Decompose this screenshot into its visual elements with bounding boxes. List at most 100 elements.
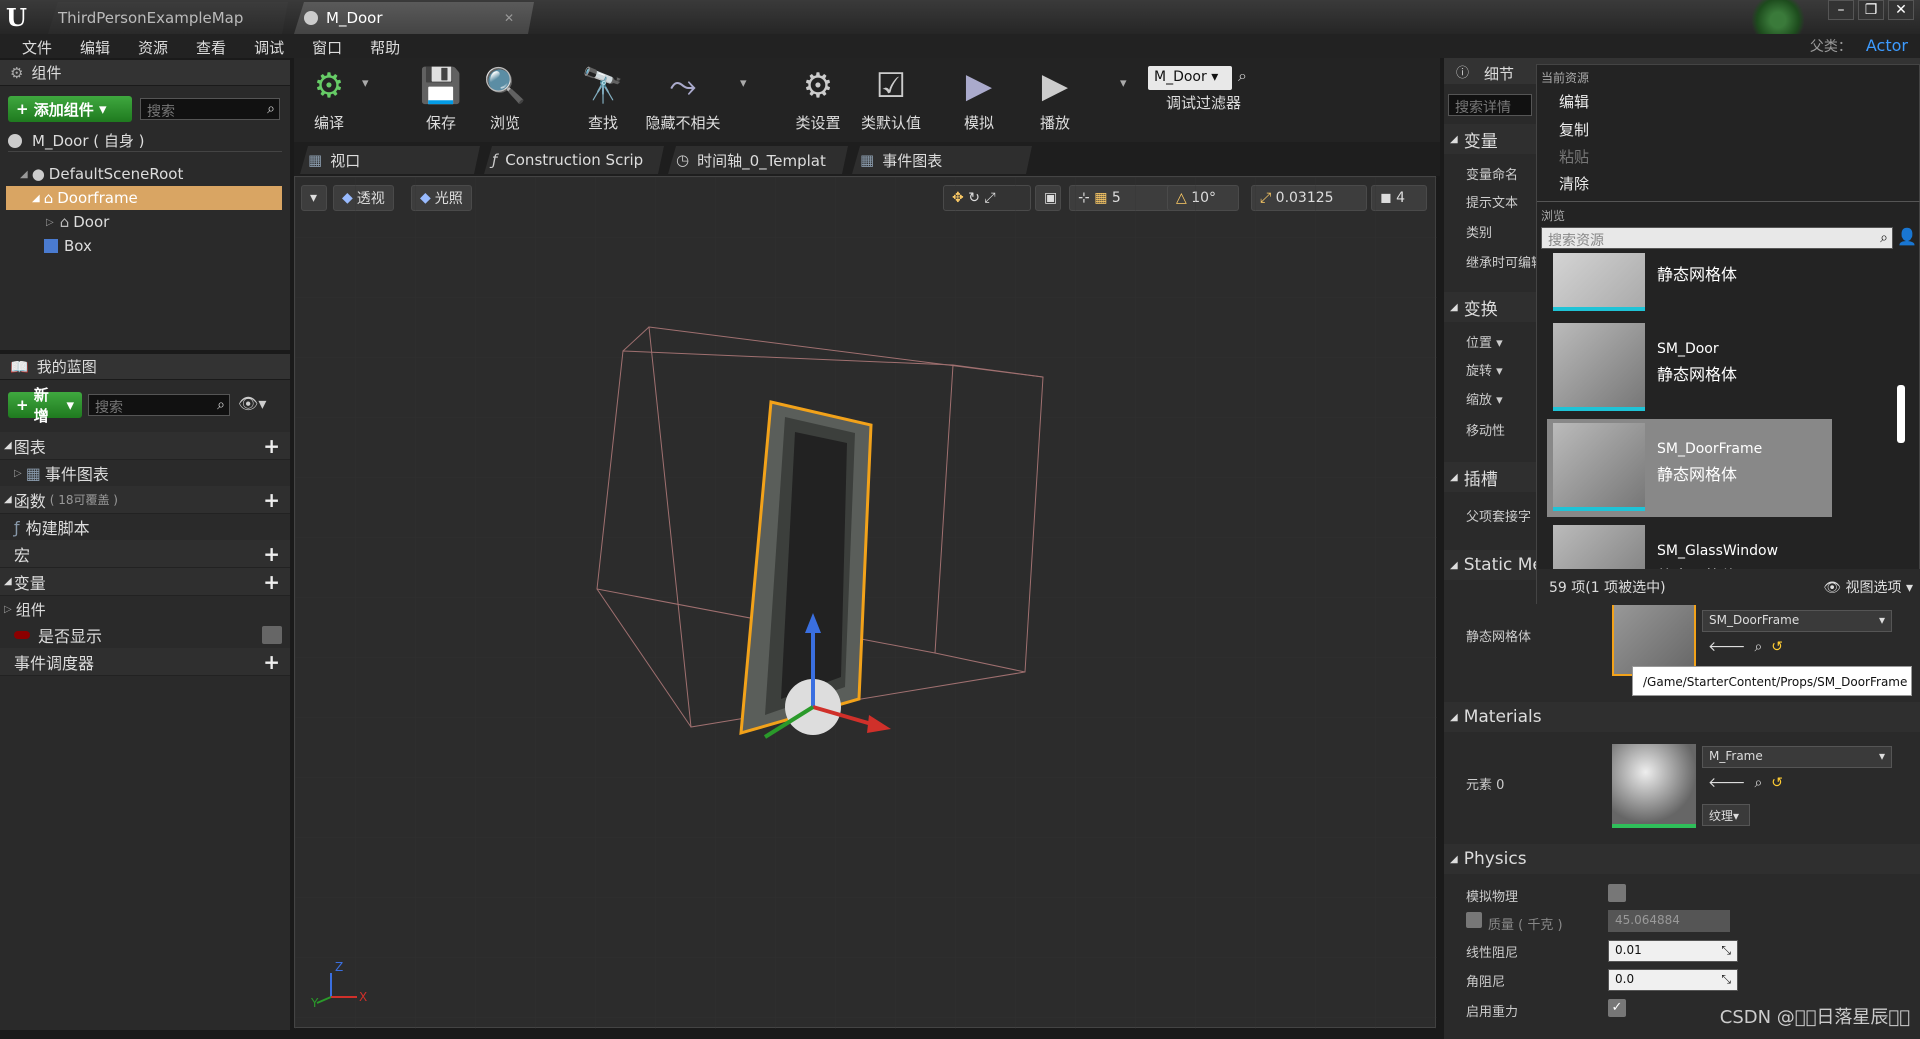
new-button[interactable]: + 新增 ▾ (8, 386, 82, 425)
details-search-input[interactable]: 搜索详情 (1448, 94, 1532, 116)
tab-m-door[interactable]: M_Door ✕ (294, 2, 534, 34)
view-options-button[interactable]: 👁 视图选项 ▾ (1823, 577, 1913, 597)
debug-search-icon[interactable]: ⌕ (1238, 66, 1247, 86)
my-blueprint-title: 📖 我的蓝图 (0, 354, 290, 380)
mesh-thumbnail[interactable] (1612, 600, 1696, 676)
menu-view[interactable]: 查看 (182, 37, 240, 58)
use-selected-icon[interactable]: 🡐 (1708, 639, 1746, 655)
play-button[interactable]: ▶ 播放 (1030, 62, 1080, 133)
clear-menu-item[interactable]: 清除 (1559, 173, 1589, 194)
tab-event-graph[interactable]: ▦ 事件图表 (852, 146, 1032, 174)
menu-asset[interactable]: 资源 (124, 37, 182, 58)
section-macros[interactable]: 宏 + (0, 540, 290, 568)
add-graph-icon[interactable]: + (263, 434, 280, 458)
material-select[interactable]: M_Frame ▾ (1702, 746, 1892, 768)
blueprint-search-input[interactable]: 搜索 ⌕ (88, 394, 230, 416)
compile-button[interactable]: ⚙ 编译 (304, 62, 354, 133)
material-thumbnail[interactable] (1612, 744, 1696, 828)
add-dispatcher-icon[interactable]: + (263, 650, 280, 674)
play-dropdown-icon[interactable]: ▾ (1120, 76, 1127, 91)
class-defaults-button[interactable]: ☑ 类默认值 (856, 62, 926, 133)
asset-search-input[interactable]: 搜索资源 ⌕ (1541, 227, 1893, 249)
item-construction-script[interactable]: ƒ 构建脚本 (0, 514, 290, 540)
menu-help[interactable]: 帮助 (356, 37, 414, 58)
viewport[interactable]: ▾ ◆透视 ◆光照 ✥ ↻ ⤢ ▣ ⊹ ▦ 5 △ 10° ⤢ 0.03125 … (294, 176, 1437, 1029)
user-icon[interactable]: 👤 (1897, 227, 1917, 246)
label-text: 旋转 (1466, 364, 1493, 379)
linear-damping-input[interactable]: 0.01 ⤡ (1608, 940, 1738, 962)
angular-damping-input[interactable]: 0.0 ⤡ (1608, 969, 1738, 991)
browse-icon[interactable]: ⌕ (1754, 775, 1762, 791)
tab-timeline[interactable]: ◷ 时间轴_0_Templat (668, 146, 848, 174)
tab-viewport[interactable]: ▦ 视口 (300, 146, 480, 174)
use-selected-icon[interactable]: 🡐 (1708, 775, 1746, 791)
reset-icon[interactable]: ↺ (1771, 775, 1783, 791)
compile-dropdown-icon[interactable]: ▾ (362, 76, 369, 91)
browse-button[interactable]: 🔍 浏览 (480, 62, 530, 133)
components-search-input[interactable]: 搜索 ⌕ (140, 98, 280, 120)
section-functions[interactable]: ◢ 函数( 18可覆盖 ) + (0, 486, 290, 514)
tree-item-default-scene-root[interactable]: ◢ ● DefaultSceneRoot (6, 162, 282, 186)
simulate-button[interactable]: ▶ 模拟 (954, 62, 1004, 133)
components-title: ⚙ 组件 (0, 60, 290, 86)
add-function-icon[interactable]: + (263, 488, 280, 512)
mass-override-checkbox[interactable] (1466, 912, 1482, 928)
scrollbar-thumb[interactable] (1897, 385, 1905, 443)
asset-thumbnail (1553, 423, 1645, 511)
simulate-physics-checkbox[interactable] (1608, 884, 1626, 902)
menu-window[interactable]: 窗口 (298, 37, 356, 58)
tree-item-doorframe[interactable]: ◢ ⌂ Doorframe (6, 186, 282, 210)
item-is-visible[interactable]: 是否显示 (0, 622, 290, 648)
class-settings-button[interactable]: ⚙ 类设置 (790, 62, 846, 133)
add-variable-icon[interactable]: + (263, 570, 280, 594)
parent-class-link[interactable]: Actor (1866, 36, 1908, 55)
label-rotation[interactable]: 旋转 ▾ (1466, 360, 1503, 379)
asset-thumbnail (1553, 525, 1645, 569)
section-physics[interactable]: ◢ Physics (1444, 844, 1920, 874)
edit-menu-item[interactable]: 编辑 (1559, 91, 1589, 112)
section-graphs[interactable]: ◢ 图表 + (0, 432, 290, 460)
section-dispatchers[interactable]: 事件调度器 + (0, 648, 290, 676)
add-component-button[interactable]: + 添加组件 ▾ (8, 96, 132, 122)
section-materials[interactable]: ◢ Materials (1444, 702, 1920, 732)
close-button[interactable]: ✕ (1888, 0, 1914, 20)
copy-menu-item[interactable]: 复制 (1559, 119, 1589, 140)
reset-icon[interactable]: ↺ (1771, 639, 1783, 655)
asset-item[interactable]: SM_GlassWindow静态网格体 (1547, 521, 1832, 569)
find-button[interactable]: 🔭 查找 (578, 62, 628, 133)
close-tab-icon[interactable]: ✕ (504, 11, 514, 25)
tab-label: ThirdPersonExampleMap (58, 9, 244, 27)
enable-gravity-checkbox[interactable]: ✓ (1608, 999, 1626, 1017)
add-macro-icon[interactable]: + (263, 542, 280, 566)
tree-item-box[interactable]: Box (6, 234, 282, 258)
visibility-toggle[interactable] (262, 626, 282, 644)
clock-icon: ◷ (676, 151, 690, 169)
self-row[interactable]: M_Door ( 自身 ) (8, 130, 282, 152)
asset-item[interactable]: SM_Door 静态网格体 (1547, 319, 1832, 417)
label-scale[interactable]: 缩放 ▾ (1466, 389, 1503, 408)
hide-unrelated-button[interactable]: ⤳ 隐藏不相关 (638, 62, 728, 133)
hide-dropdown-icon[interactable]: ▾ (740, 76, 747, 91)
asset-item-selected[interactable]: SM_DoorFrame 静态网格体 (1547, 419, 1832, 517)
menu-edit[interactable]: 编辑 (66, 37, 124, 58)
maximize-button[interactable]: ❐ (1858, 0, 1884, 20)
tab-third-person-map[interactable]: ThirdPersonExampleMap (48, 2, 288, 34)
menu-debug[interactable]: 调试 (240, 37, 298, 58)
angular-damping-value: 0.0 (1615, 972, 1635, 986)
save-button[interactable]: 💾 保存 (416, 62, 466, 133)
mesh-select[interactable]: SM_DoorFrame ▾ (1702, 610, 1892, 632)
visibility-icon[interactable]: 👁▾ (238, 394, 266, 413)
label-location[interactable]: 位置 ▾ (1466, 332, 1503, 351)
debug-object-select[interactable]: M_Door ▾ (1148, 66, 1232, 90)
play-icon: ▶ (1041, 66, 1069, 106)
tab-construction-script[interactable]: ƒ Construction Scrip (484, 146, 664, 174)
item-event-graph[interactable]: ▷ ▦ 事件图表 (0, 460, 290, 486)
section-variables[interactable]: ◢ 变量 + (0, 568, 290, 596)
menu-file[interactable]: 文件 (8, 37, 66, 58)
browse-icon[interactable]: ⌕ (1754, 639, 1762, 655)
minimize-button[interactable]: – (1828, 0, 1854, 20)
tree-item-door[interactable]: ▷ ⌂ Door (6, 210, 282, 234)
asset-item[interactable]: 静态网格体 (1547, 253, 1832, 317)
item-components[interactable]: ▷ 组件 (0, 596, 290, 622)
texture-dropdown[interactable]: 纹理▾ (1702, 804, 1750, 826)
